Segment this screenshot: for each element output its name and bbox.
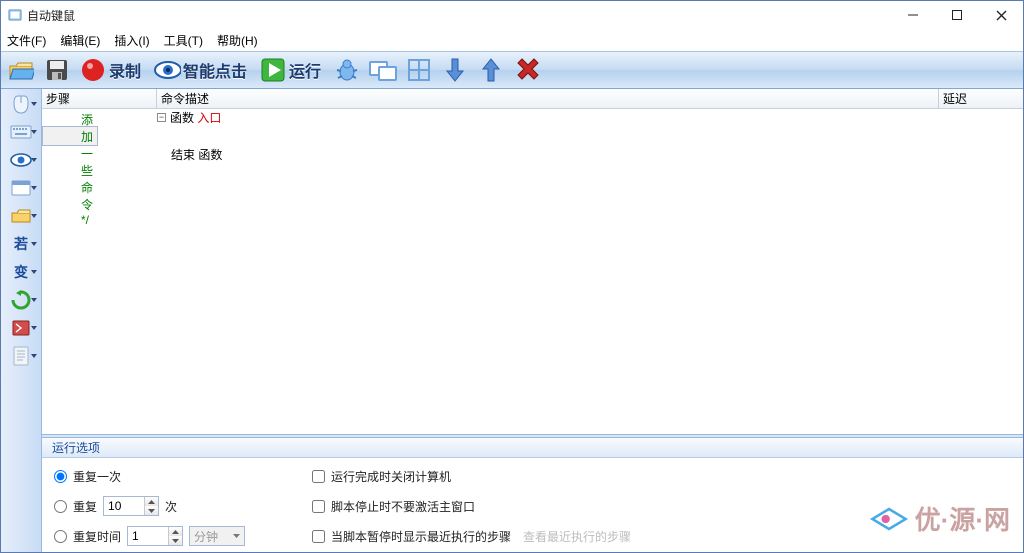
body: 若 变 步骤 命令描述 延迟 − 函数 入口 xyxy=(1,89,1023,552)
menu-insert[interactable]: 插入(I) xyxy=(114,32,149,49)
col-desc[interactable]: 命令描述 xyxy=(157,89,939,108)
lt-script[interactable] xyxy=(3,315,39,341)
smartclick-button[interactable]: 智能点击 xyxy=(151,54,253,86)
menu-help[interactable]: 帮助(H) xyxy=(217,32,258,49)
row-end[interactable]: 结束 函数 xyxy=(42,146,1023,162)
radio-repeat-once[interactable]: 重复一次 xyxy=(54,466,312,486)
collapse-icon[interactable]: − xyxy=(157,113,166,122)
menu-file[interactable]: 文件(F) xyxy=(7,32,46,49)
main-area: 步骤 命令描述 延迟 − 函数 入口 /* 在这里添加一些命令 */ xyxy=(42,89,1023,552)
menu-tools[interactable]: 工具(T) xyxy=(164,32,203,49)
window-tool-button[interactable] xyxy=(367,54,399,86)
grid-tool-button[interactable] xyxy=(403,54,435,86)
window-title: 自动键鼠 xyxy=(27,7,75,24)
column-header: 步骤 命令描述 延迟 xyxy=(42,89,1023,109)
repeat-time-val[interactable] xyxy=(127,526,183,546)
window-buttons xyxy=(891,1,1023,29)
debug-button[interactable] xyxy=(331,54,363,86)
left-toolbar: 若 变 xyxy=(1,89,42,552)
menubar: 文件(F) 编辑(E) 插入(I) 工具(T) 帮助(H) xyxy=(1,29,1023,51)
panel-title: 运行选项 xyxy=(42,438,1023,458)
lt-doc[interactable] xyxy=(3,343,39,369)
menu-edit[interactable]: 编辑(E) xyxy=(60,32,100,49)
col-step[interactable]: 步骤 xyxy=(42,89,157,108)
chk-shutdown[interactable]: 运行完成时关闭计算机 xyxy=(312,466,1013,486)
lt-cycle[interactable] xyxy=(3,287,39,313)
repeat-count[interactable] xyxy=(103,496,159,516)
radio-repeat-time[interactable]: 重复时间 分钟 xyxy=(54,526,312,546)
script-rows[interactable]: − 函数 入口 /* 在这里添加一些命令 */ 结束 函数 xyxy=(42,109,1023,434)
chk-showrecent[interactable]: 当脚本暂停时显示最近执行的步骤查看最近执行的步骤 xyxy=(312,526,1013,546)
repeat-time-unit[interactable]: 分钟 xyxy=(189,526,245,546)
row-comment[interactable]: /* 在这里添加一些命令 */ xyxy=(42,126,98,146)
lt-folder[interactable] xyxy=(3,203,39,229)
save-button[interactable] xyxy=(41,54,73,86)
close-button[interactable] xyxy=(979,1,1023,29)
arrow-down-button[interactable] xyxy=(439,54,471,86)
row-func[interactable]: − 函数 入口 xyxy=(42,109,1023,125)
open-button[interactable] xyxy=(5,54,37,86)
recent-steps-hint: 查看最近执行的步骤 xyxy=(523,528,631,545)
arrow-up-button[interactable] xyxy=(475,54,507,86)
maximize-button[interactable] xyxy=(935,1,979,29)
lt-window[interactable] xyxy=(3,175,39,201)
radio-repeat-n[interactable]: 重复 次 xyxy=(54,496,312,516)
lt-mouse[interactable] xyxy=(3,91,39,117)
minimize-button[interactable] xyxy=(891,1,935,29)
col-delay[interactable]: 延迟 xyxy=(939,89,1023,108)
lt-if[interactable]: 若 xyxy=(3,231,39,257)
window: 自动键鼠 文件(F) 编辑(E) 插入(I) 工具(T) 帮助(H) 录制 智能… xyxy=(0,0,1024,553)
titlebar: 自动键鼠 xyxy=(1,1,1023,29)
run-button[interactable]: 运行 xyxy=(257,54,327,86)
record-button[interactable]: 录制 xyxy=(77,54,147,86)
toolbar: 录制 智能点击 运行 xyxy=(1,51,1023,89)
app-icon xyxy=(7,7,23,23)
run-options-panel: 重复一次 重复 次 重复时间 分钟 运行完成时关闭计算机 脚本停止时不要激活主窗… xyxy=(42,458,1023,552)
chk-noactivate[interactable]: 脚本停止时不要激活主窗口 xyxy=(312,496,1013,516)
lt-eye[interactable] xyxy=(3,147,39,173)
lt-keyboard[interactable] xyxy=(3,119,39,145)
delete-button[interactable] xyxy=(511,54,543,86)
lt-var[interactable]: 变 xyxy=(3,259,39,285)
